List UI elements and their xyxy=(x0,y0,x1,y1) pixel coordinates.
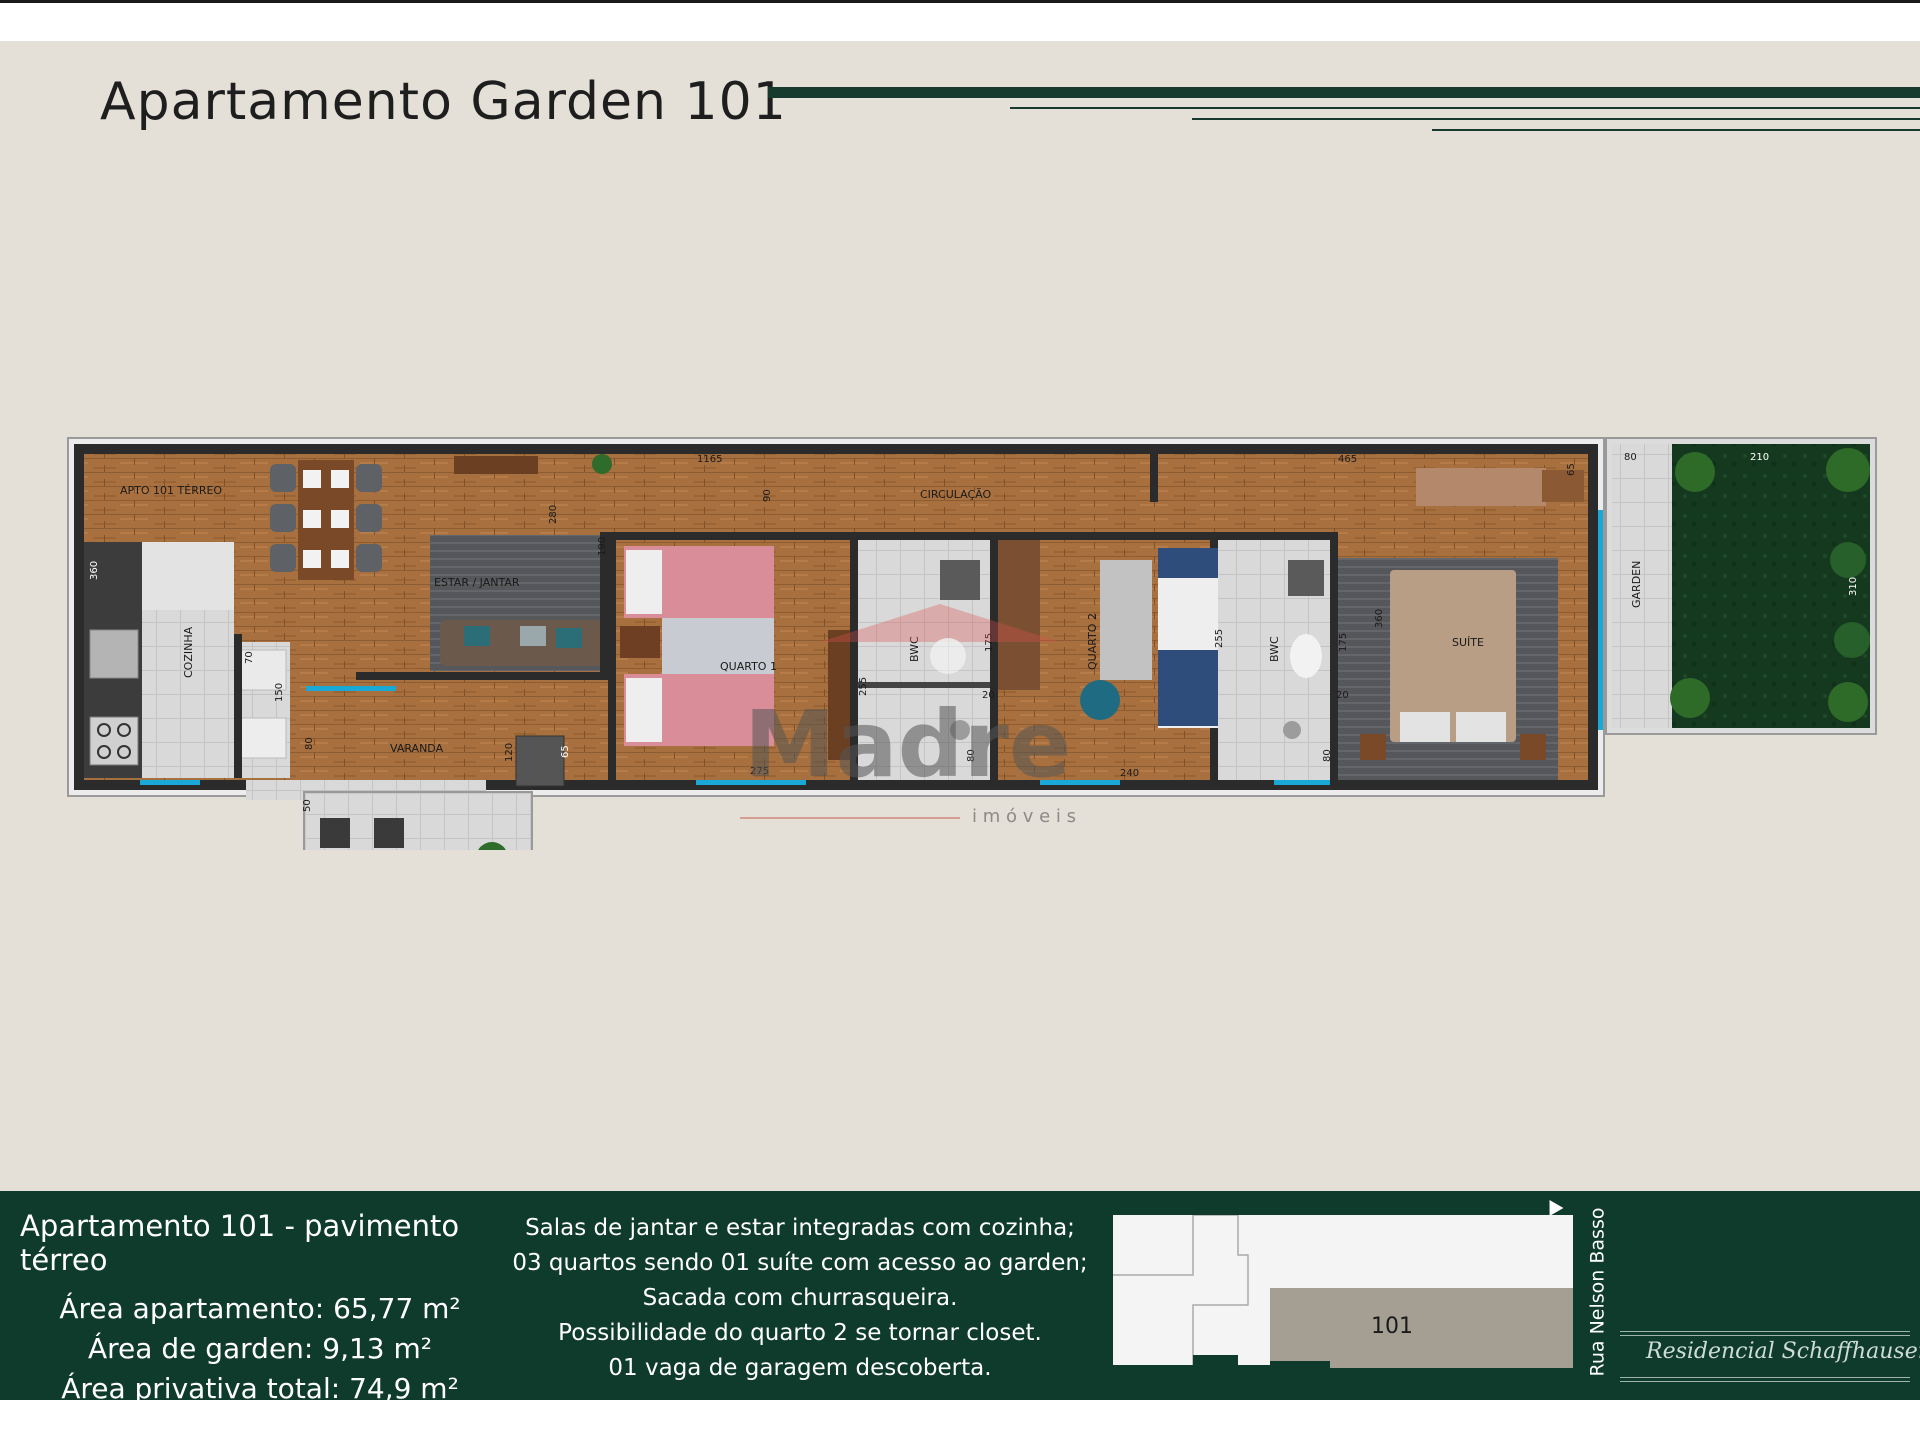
residencial-logo: Residencial Schaffhausen xyxy=(1620,1331,1920,1391)
bottom-margin xyxy=(0,1400,1920,1440)
street-label: Rua Nelson Basso xyxy=(1577,1203,1617,1388)
label-circulacao: CIRCULAÇÃO xyxy=(920,488,991,501)
area-list: Área apartamento: 65,77 m² Área de garde… xyxy=(20,1289,500,1409)
north-arrow-icon xyxy=(1542,1195,1564,1217)
dim-90: 90 xyxy=(762,489,773,502)
dim-240: 240 xyxy=(1120,768,1139,779)
description-line: Possibilidade do quarto 2 se tornar clos… xyxy=(558,1320,1042,1346)
dim-50: 50 xyxy=(302,799,313,812)
page-title: Apartamento Garden 101 xyxy=(100,72,787,132)
dim-80: 80 xyxy=(1624,452,1637,463)
header-line-thin-1 xyxy=(1010,107,1920,109)
description-line: 03 quartos sendo 01 suíte com acesso ao … xyxy=(512,1250,1088,1276)
label-quarto2: QUARTO 2 xyxy=(1086,613,1099,670)
key-plan: 101 N xyxy=(1113,1215,1575,1368)
dim-255b: 255 xyxy=(1214,629,1225,648)
label-apto: APTO 101 TÉRREO xyxy=(120,484,222,497)
label-cozinha: COZINHA xyxy=(182,626,195,678)
description-line: 01 vaga de garagem descoberta. xyxy=(608,1355,992,1381)
header-line-thin-3 xyxy=(1432,129,1920,131)
dim-280: 280 xyxy=(548,505,559,524)
label-quarto1: QUARTO 1 xyxy=(720,660,777,673)
label-varanda: VARANDA xyxy=(390,742,444,755)
footer-heading: Apartamento 101 - pavimento térreo xyxy=(20,1209,460,1277)
label-estar: ESTAR / JANTAR xyxy=(434,576,520,589)
dim-65a: 65 xyxy=(560,745,571,758)
dim-80b: 80 xyxy=(304,737,315,750)
dim-20b: 20 xyxy=(1336,690,1349,701)
area-summary: Apartamento 101 - pavimento térreo Área … xyxy=(20,1209,500,1409)
dim-465: 465 xyxy=(1338,454,1357,465)
label-garden: GARDEN xyxy=(1630,561,1643,608)
area-garden: Área de garden: 9,13 m² xyxy=(87,1332,432,1365)
street-name: Rua Nelson Basso xyxy=(1586,1207,1609,1377)
dim-175b: 175 xyxy=(1338,633,1349,652)
dim-310: 310 xyxy=(1848,577,1859,596)
floor-plan: APTO 101 TÉRREO CIRCULAÇÃO ESTAR / JANTA… xyxy=(67,437,1877,850)
keyplan-unit-101 xyxy=(1270,1288,1573,1368)
label-bwc2: BWC xyxy=(1268,636,1281,662)
header-line-thick xyxy=(768,87,1920,98)
dim-1165: 1165 xyxy=(697,454,722,465)
dim-70: 70 xyxy=(244,651,255,664)
description-line: Salas de jantar e estar integradas com c… xyxy=(525,1215,1075,1241)
dim-360a: 360 xyxy=(89,561,100,580)
dim-190: 190 xyxy=(597,537,608,556)
area-apartamento: Área apartamento: 65,77 m² xyxy=(59,1292,461,1325)
brand-name: Residencial Schaffhausen xyxy=(1646,1339,1920,1364)
info-footer: Apartamento 101 - pavimento térreo Área … xyxy=(0,1191,1920,1405)
dim-150: 150 xyxy=(274,683,285,702)
dim-120: 120 xyxy=(504,743,515,762)
top-border xyxy=(0,0,1920,3)
label-suite: SUÍTE xyxy=(1452,636,1484,649)
page: Apartamento Garden 101 APTO 101 TÉRREO C… xyxy=(0,0,1920,1440)
header-line-thin-2 xyxy=(1192,118,1920,120)
dim-80d: 80 xyxy=(1322,749,1333,762)
description-line: Sacada com churrasqueira. xyxy=(642,1285,958,1311)
dim-210: 210 xyxy=(1750,452,1769,463)
watermark-brand: Madre xyxy=(744,691,1071,798)
dim-65b: 65 xyxy=(1566,463,1577,476)
dim-360b: 360 xyxy=(1374,609,1385,628)
keyplan-unit-label: 101 xyxy=(1371,1314,1413,1339)
watermark-sub: i m ó v e i s xyxy=(972,806,1076,827)
description: Salas de jantar e estar integradas com c… xyxy=(505,1211,1095,1386)
